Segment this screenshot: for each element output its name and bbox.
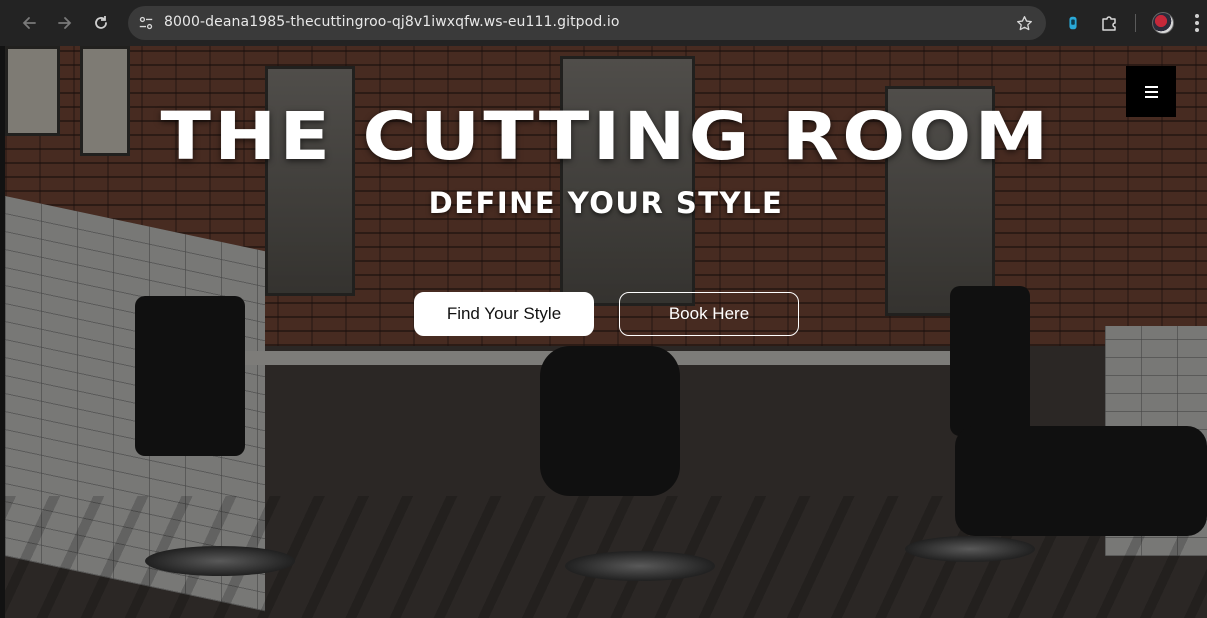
- hero-section: THE CUTTING ROOM DEFINE YOUR STYLE Find …: [5, 46, 1207, 618]
- extension-icon[interactable]: [1062, 12, 1084, 34]
- address-bar[interactable]: 8000-deana1985-thecuttingroo-qj8v1iwxqfw…: [128, 6, 1046, 40]
- hamburger-menu-icon[interactable]: [1126, 66, 1176, 117]
- forward-arrow-icon[interactable]: [54, 12, 76, 34]
- puzzle-icon[interactable]: [1098, 12, 1120, 34]
- url-text[interactable]: 8000-deana1985-thecuttingroo-qj8v1iwxqfw…: [164, 14, 620, 30]
- toolbar-divider: [1135, 14, 1136, 32]
- hero-title: THE CUTTING ROOM: [160, 98, 1052, 175]
- browser-toolbar: 8000-deana1985-thecuttingroo-qj8v1iwxqfw…: [0, 0, 1207, 46]
- hero-subtitle: DEFINE YOUR STYLE: [428, 186, 784, 220]
- avatar[interactable]: [1152, 12, 1174, 34]
- kebab-menu-icon[interactable]: [1190, 12, 1204, 34]
- back-arrow-icon[interactable]: [18, 12, 40, 34]
- star-icon[interactable]: [1014, 13, 1034, 33]
- book-here-button[interactable]: Book Here: [619, 292, 799, 336]
- reload-icon[interactable]: [90, 12, 112, 34]
- site-settings-icon[interactable]: [136, 13, 156, 33]
- find-your-style-button[interactable]: Find Your Style: [414, 292, 594, 336]
